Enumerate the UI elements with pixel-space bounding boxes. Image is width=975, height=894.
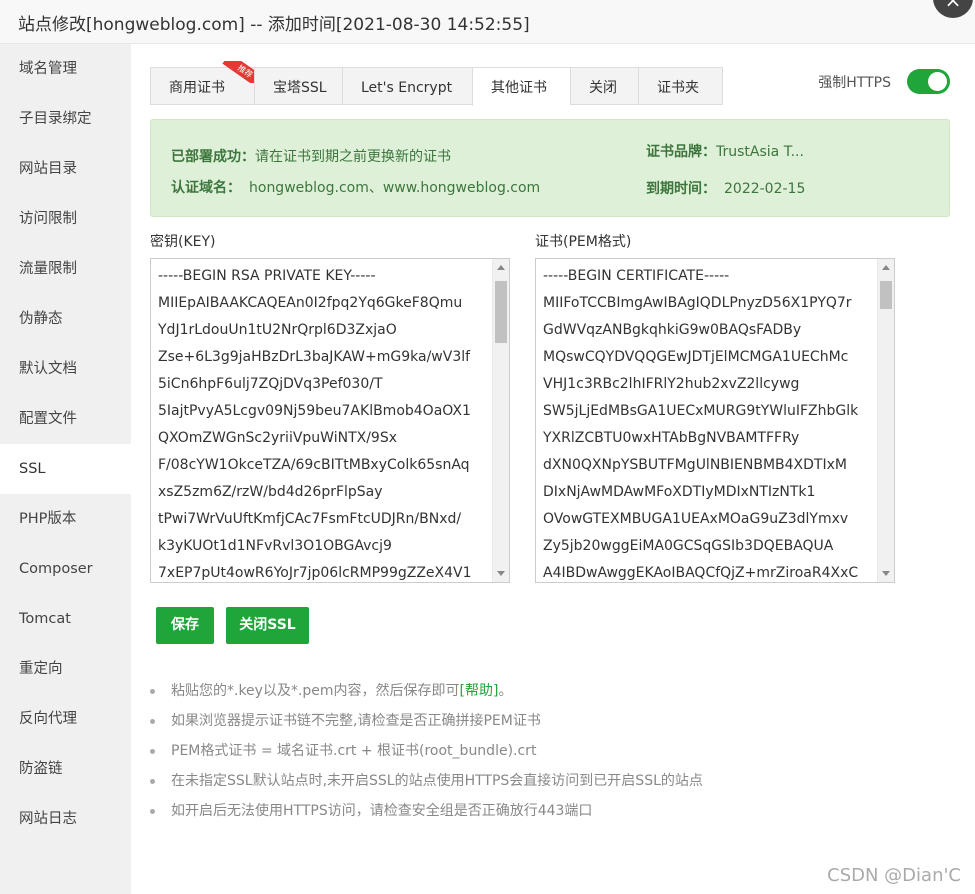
key-line: xsZ5zm6Z/rzW/bd4d26prFlpSay — [158, 484, 383, 500]
tip-item: 如果浏览器提示证书链不完整,请检查是否正确拼接PEM证书 — [150, 706, 703, 736]
sidebar-item-php[interactable]: PHP版本 — [0, 494, 131, 544]
tip-item: 粘贴您的*.key以及*.pem内容，然后保存即可[帮助]。 — [150, 676, 703, 706]
cert-brand: 证书品牌：TrustAsia T... — [646, 141, 804, 161]
sidebar-item-rewrite[interactable]: 伪静态 — [0, 294, 131, 344]
cert-line: OVowGTEXMBUGA1UEAxMOaG9uZ3dlYmxv — [543, 511, 849, 527]
key-line: 7xEP7pUt4owR6YoJr7jp06lcRMP99gZZeX4V1 — [158, 565, 472, 581]
window-titlebar: 站点修改[hongweblog.com] -- 添加时间[2021-08-30 … — [0, 0, 975, 44]
scroll-thumb[interactable] — [880, 281, 892, 309]
key-scrollbar[interactable] — [492, 259, 509, 582]
tab-bt-ssl[interactable]: 宝塔SSL — [254, 67, 342, 105]
cert-line: GdWVqzANBgkqhkiG9w0BAQsFADBy — [543, 322, 802, 338]
scroll-down-icon[interactable] — [497, 571, 505, 576]
key-textarea-content: -----BEGIN RSA PRIVATE KEY----- MIIEpAIBA… — [158, 263, 489, 582]
key-line: tPwi7WrVuUftKmfjCAc7FsmFtcUDJRn/BNxd/ — [158, 511, 462, 527]
close-ssl-button[interactable]: 关闭SSL — [226, 607, 309, 644]
cert-editor-title: 证书(PEM格式) — [535, 234, 632, 250]
key-line: Zse+6L3g9jaHBzDrL3baJKAW+mG9ka/wV3lf — [158, 349, 471, 365]
sidebar-item-domain[interactable]: 域名管理 — [0, 44, 131, 94]
sidebar-item-tomcat[interactable]: Tomcat — [0, 594, 131, 644]
sidebar-item-reverse-proxy[interactable]: 反向代理 — [0, 694, 131, 744]
cert-brand-label: 证书品牌： — [646, 144, 716, 160]
deploy-status-label: 已部署成功： — [171, 149, 255, 165]
sidebar-item-ssl[interactable]: SSL — [0, 444, 131, 494]
cert-line: Zy5jb20wggEiMA0GCSqGSIb3DQEBAQUA — [543, 538, 834, 554]
window-title: 站点修改[hongweblog.com] -- 添加时间[2021-08-30 … — [18, 15, 530, 35]
key-editor-title: 密钥(KEY) — [150, 234, 216, 250]
cert-domain-value: hongweblog.com、www.hongweblog.com — [249, 180, 541, 196]
cert-line: MIIFoTCCBImgAwIBAgIQDLPnyzD56X1PYQ7r — [543, 295, 852, 311]
key-line: -----BEGIN RSA PRIVATE KEY----- — [158, 268, 376, 284]
tab-label: 商用证书 — [169, 80, 225, 96]
cert-textarea-content: -----BEGIN CERTIFICATE----- MIIFoTCCBImgA… — [543, 263, 874, 582]
tab-commercial-cert[interactable]: 商用证书 推荐 — [150, 61, 260, 105]
tip-item: 如开启后无法使用HTTPS访问，请检查安全组是否正确放行443端口 — [150, 796, 703, 826]
cert-domain-label: 认证域名： — [171, 180, 241, 196]
sidebar-item-access-limit[interactable]: 访问限制 — [0, 194, 131, 244]
cert-domain: 认证域名： hongweblog.com、www.hongweblog.com — [171, 177, 540, 197]
save-button[interactable]: 保存 — [156, 607, 214, 644]
sidebar-item-subdir[interactable]: 子目录绑定 — [0, 94, 131, 144]
cert-expire: 到期时间： 2022-02-15 — [646, 178, 805, 198]
tip-item: 在未指定SSL默认站点时,未开启SSL的站点使用HTTPS会直接访问到已开启SS… — [150, 766, 703, 796]
key-line: 5IajtPvyA5Lcgv09Nj59beu7AKlBmob4OaOX1 — [158, 403, 471, 419]
scroll-thumb[interactable] — [495, 281, 507, 343]
sidebar: 域名管理 子目录绑定 网站目录 访问限制 流量限制 伪静态 默认文档 配置文件 … — [0, 44, 131, 894]
tab-close[interactable]: 关闭 — [570, 67, 638, 105]
sidebar-item-config[interactable]: 配置文件 — [0, 394, 131, 444]
scroll-up-icon[interactable] — [882, 265, 890, 270]
tab-other-cert[interactable]: 其他证书 — [472, 67, 570, 106]
tab-cert-folder[interactable]: 证书夹 — [638, 67, 723, 105]
ssl-tabs: 商用证书 推荐 宝塔SSL Let's Encrypt 其他证书 关闭 证书夹 — [150, 61, 723, 106]
key-line: k3yKUOt1d1NFvRvl3O1OBGAvcj9 — [158, 538, 392, 554]
cert-textarea[interactable]: -----BEGIN CERTIFICATE----- MIIFoTCCBImgA… — [535, 258, 895, 583]
cert-brand-value: TrustAsia T... — [716, 144, 804, 160]
cert-scrollbar[interactable] — [877, 259, 894, 582]
cert-line: MQswCQYDVQQGEwJDTjElMCMGA1UEChMc — [543, 349, 849, 365]
cert-expire-value: 2022-02-15 — [724, 181, 806, 197]
key-line: F/08cYW1OkceTZA/69cBITtMBxyColk65snAq — [158, 457, 470, 473]
sidebar-item-site-log[interactable]: 网站日志 — [0, 794, 131, 844]
ssl-panel: 商用证书 推荐 宝塔SSL Let's Encrypt 其他证书 关闭 证书夹 … — [131, 44, 975, 894]
key-line: QXOmZWGnSc2yriiVpuWiNTX/9Sx — [158, 430, 398, 446]
key-line: YdJ1rLdouUn1tU2NrQrpl6D3ZxjaO — [158, 322, 397, 338]
key-line: 5iCn6hpF6ulj7ZQjDVq3Pef030/T — [158, 376, 383, 392]
sidebar-item-composer[interactable]: Composer — [0, 544, 131, 594]
scroll-down-icon[interactable] — [882, 571, 890, 576]
sidebar-item-default-doc[interactable]: 默认文档 — [0, 344, 131, 394]
deploy-status-value: 请在证书到期之前更换新的证书 — [255, 149, 451, 165]
cert-line: -----BEGIN CERTIFICATE----- — [543, 268, 730, 284]
sidebar-item-traffic-limit[interactable]: 流量限制 — [0, 244, 131, 294]
sidebar-item-site-dir[interactable]: 网站目录 — [0, 144, 131, 194]
cert-line: YXRlZCBTU0wxHTAbBgNVBAMTFFRy — [543, 430, 800, 446]
sidebar-item-hotlink[interactable]: 防盗链 — [0, 744, 131, 794]
cert-status-box: 已部署成功：请在证书到期之前更换新的证书 认证域名： hongweblog.com… — [150, 119, 950, 217]
cert-line: A4IBDwAwggEKAoIBAQCfQjZ+mrZiroaR4XxC — [543, 565, 859, 581]
key-line: MIIEpAIBAAKCAQEAn0I2fpq2Yq6GkeF8Qmu — [158, 295, 463, 311]
watermark: CSDN @Dian'C — [827, 865, 961, 886]
tips-list: 粘贴您的*.key以及*.pem内容，然后保存即可[帮助]。 如果浏览器提示证书… — [150, 676, 703, 826]
force-https-label: 强制HTTPS — [818, 74, 891, 91]
tip-item: PEM格式证书 = 域名证书.crt + 根证书(root_bundle).cr… — [150, 736, 703, 766]
key-textarea[interactable]: -----BEGIN RSA PRIVATE KEY----- MIIEpAIBA… — [150, 258, 510, 583]
cert-line: DIxNjAwMDAwMFoXDTIyMDIxNTIzNTk1 — [543, 484, 816, 500]
sidebar-item-redirect[interactable]: 重定向 — [0, 644, 131, 694]
force-https: 强制HTTPS — [818, 69, 950, 94]
cert-expire-label: 到期时间： — [646, 181, 716, 197]
scroll-up-icon[interactable] — [497, 265, 505, 270]
tab-lets-encrypt[interactable]: Let's Encrypt — [342, 67, 472, 105]
deploy-status: 已部署成功：请在证书到期之前更换新的证书 — [171, 146, 451, 166]
help-link[interactable]: [帮助] — [460, 683, 499, 699]
cert-line: VHJ1c3RBc2lhIFRlY2hub2xvZ2llcywg — [543, 376, 800, 392]
toggle-knob — [928, 72, 947, 91]
force-https-toggle[interactable] — [907, 69, 950, 94]
cert-line: dXN0QXNpYSBUTFMgUlNBIENBMB4XDTIxM — [543, 457, 847, 473]
cert-line: SW5jLjEdMBsGA1UECxMURG9tYWluIFZhbGlk — [543, 403, 859, 419]
site-edit-window: 站点修改[hongweblog.com] -- 添加时间[2021-08-30 … — [0, 0, 975, 894]
